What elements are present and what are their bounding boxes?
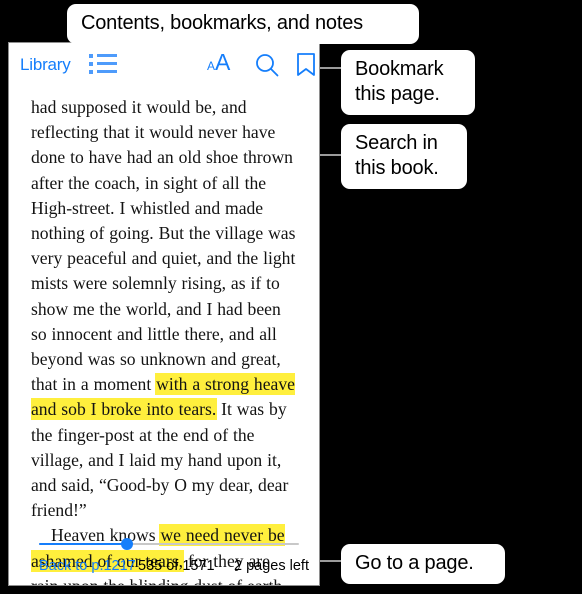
back-to-page-link[interactable]: Back to p.1217	[39, 555, 136, 577]
reader-bottom-bar: Back to p.1217 535 of 1571 2 pages left	[9, 529, 319, 585]
text-run: had supposed it would be, and reflecting…	[31, 97, 296, 395]
page-position-label: 535 of 1571	[138, 558, 215, 574]
slider-handle[interactable]	[121, 538, 134, 550]
callout-contents: Contents, bookmarks, and notes	[67, 4, 419, 44]
bookmark-icon	[297, 53, 315, 76]
search-button[interactable]	[254, 52, 280, 78]
search-icon	[256, 54, 279, 77]
font-size-button[interactable]: AA	[207, 51, 239, 77]
callout-search: Search in this book.	[341, 124, 467, 189]
font-size-small-a: A	[207, 59, 216, 73]
aa-icon: AA	[207, 51, 230, 74]
pages-left-label: 2 pages left	[234, 558, 309, 574]
slider-track-fill	[39, 543, 128, 545]
book-paragraph: had supposed it would be, and reflecting…	[31, 95, 297, 523]
library-button[interactable]: Library	[20, 54, 71, 76]
callout-goto-page: Go to a page.	[341, 544, 505, 584]
bookmark-button[interactable]	[295, 52, 317, 78]
font-size-large-a: A	[215, 49, 231, 75]
book-page-text: had supposed it would be, and reflecting…	[31, 95, 297, 585]
page-position-slider[interactable]	[39, 537, 299, 551]
callout-bookmark: Bookmark this page.	[341, 50, 475, 115]
ebook-reader-window: Library AA had supposed it would be, and…	[8, 42, 320, 586]
list-icon	[89, 53, 117, 74]
contents-button[interactable]	[89, 53, 117, 77]
reader-toolbar: Library AA	[9, 43, 319, 87]
